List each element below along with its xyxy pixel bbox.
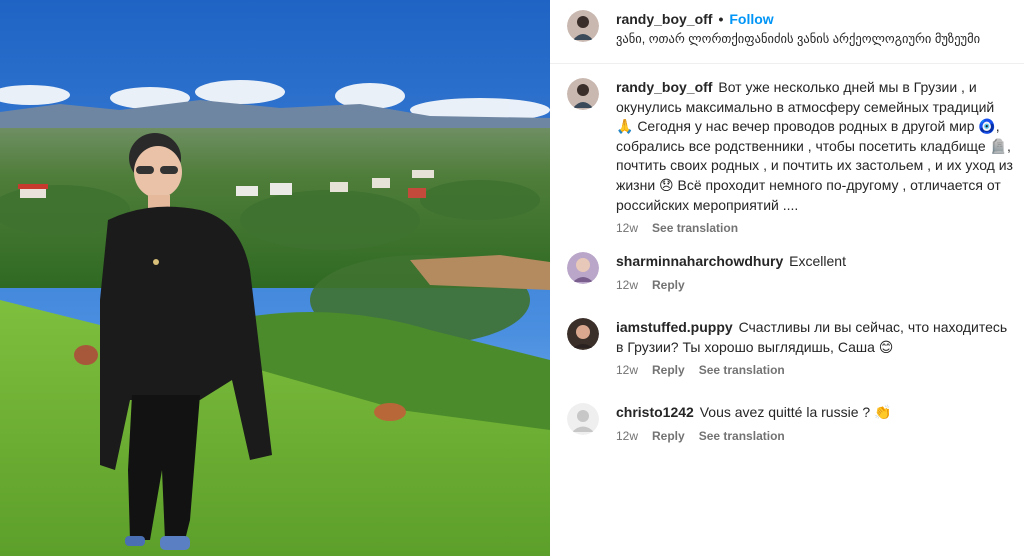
comment-username[interactable]: sharminnaharchowdhury bbox=[616, 253, 783, 269]
comment-meta: 12w Reply bbox=[616, 278, 1014, 292]
author-username[interactable]: randy_boy_off bbox=[616, 11, 712, 27]
see-translation-button[interactable]: See translation bbox=[699, 363, 785, 377]
caption-time[interactable]: 12w bbox=[616, 221, 638, 235]
comment-text: iamstuffed.puppy Счастливы ли вы сейчас,… bbox=[616, 318, 1014, 357]
caption-meta: 12w See translation bbox=[616, 221, 1014, 235]
see-translation-button[interactable]: See translation bbox=[699, 429, 785, 443]
follow-button[interactable]: Follow bbox=[729, 11, 773, 27]
comment-time[interactable]: 12w bbox=[616, 278, 638, 292]
comment-text: sharminnaharchowdhury Excellent bbox=[616, 252, 1014, 272]
comment-username[interactable]: christo1242 bbox=[616, 404, 694, 420]
comments-panel: randy_boy_off • Follow ვანი, ოთარ ლორთქიფა… bbox=[550, 0, 1024, 556]
commenter-avatar[interactable] bbox=[567, 252, 599, 284]
caption-username[interactable]: randy_boy_off bbox=[616, 79, 712, 95]
commenter-avatar[interactable] bbox=[567, 318, 599, 350]
comment-username[interactable]: iamstuffed.puppy bbox=[616, 319, 733, 335]
caption-see-translation[interactable]: See translation bbox=[652, 221, 738, 235]
comment-body: Vous avez quitté la russie ? 👏 bbox=[699, 404, 892, 420]
comment-meta: 12w Reply See translation bbox=[616, 363, 1014, 377]
caption-body: Вот уже несколько дней мы в Грузии , и о… bbox=[616, 79, 1013, 213]
comment-text: christo1242 Vous avez quitté la russie ?… bbox=[616, 403, 1014, 423]
reply-button[interactable]: Reply bbox=[652, 429, 685, 443]
comment-time[interactable]: 12w bbox=[616, 429, 638, 443]
post-location[interactable]: ვანი, ოთარ ლორთქიფანიძის ვანის არქეოლოგი… bbox=[616, 31, 980, 46]
author-line: randy_boy_off • Follow bbox=[616, 11, 774, 27]
commenter-avatar[interactable] bbox=[567, 403, 599, 435]
comment-meta: 12w Reply See translation bbox=[616, 429, 1014, 443]
comment-time[interactable]: 12w bbox=[616, 363, 638, 377]
reply-button[interactable]: Reply bbox=[652, 278, 685, 292]
reply-button[interactable]: Reply bbox=[652, 363, 685, 377]
caption-text: randy_boy_off Вот уже несколько дней мы … bbox=[616, 78, 1014, 215]
separator-dot: • bbox=[718, 11, 724, 27]
comment-body: Excellent bbox=[789, 253, 846, 269]
post-header: randy_boy_off • Follow ვანი, ოთარ ლორთქიფა… bbox=[550, 0, 1024, 64]
caption-avatar[interactable] bbox=[567, 78, 599, 110]
post-image bbox=[0, 0, 550, 556]
post-photo[interactable] bbox=[0, 0, 550, 556]
author-avatar[interactable] bbox=[567, 10, 599, 42]
